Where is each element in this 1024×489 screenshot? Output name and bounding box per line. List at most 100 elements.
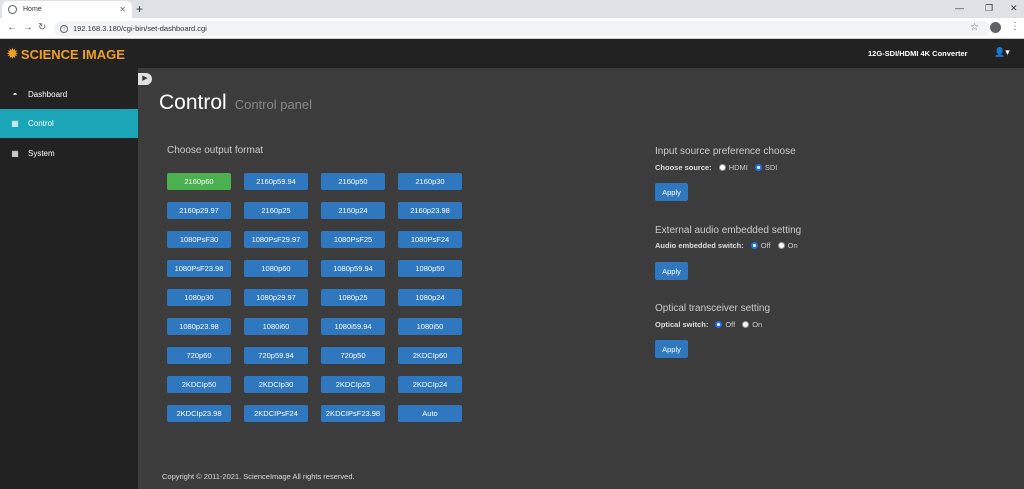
format-button[interactable]: 720p59.94 bbox=[244, 347, 308, 364]
sidebar-toggle-icon[interactable]: ▶ bbox=[138, 73, 152, 85]
back-icon[interactable]: ← bbox=[7, 22, 17, 34]
format-button[interactable]: 2KDCIPsF23.98 bbox=[321, 405, 385, 422]
format-button[interactable]: 1080i59.94 bbox=[321, 318, 385, 335]
browser-tabbar: Home ✕ + — ❐ ✕ bbox=[0, 0, 1024, 18]
format-button[interactable]: 2KDCIp30 bbox=[244, 376, 308, 393]
radio-optical-on-label: On bbox=[752, 320, 763, 329]
footer-copyright: Copyright © 2011-2021. ScienceImage All … bbox=[162, 472, 355, 481]
restore-icon[interactable]: ❐ bbox=[985, 2, 993, 14]
format-button[interactable]: 2KDCIPsF24 bbox=[244, 405, 308, 422]
format-button[interactable]: 720p50 bbox=[321, 347, 385, 364]
sidebar-item-dashboard[interactable]: ◓ Dashboard bbox=[0, 80, 138, 109]
sidebar: ◓ Dashboard ▦ Control ▦ System bbox=[0, 68, 138, 489]
format-button[interactable]: 1080PsF29.97 bbox=[244, 231, 308, 248]
radio-optical-off-label: Off bbox=[725, 320, 736, 329]
format-button[interactable]: 1080p50 bbox=[398, 260, 462, 277]
radio-audio-on-label: On bbox=[787, 241, 798, 250]
main-content: ▶ Control Control panel Choose output fo… bbox=[138, 68, 1024, 489]
format-button[interactable]: 2KDCIp24 bbox=[398, 376, 462, 393]
profile-icon[interactable] bbox=[990, 22, 1001, 33]
format-button[interactable]: 1080p29.97 bbox=[244, 289, 308, 306]
sidebar-item-label: Control bbox=[28, 119, 54, 128]
sidebar-item-label: System bbox=[28, 149, 55, 158]
gear-icon: ✹ bbox=[7, 46, 18, 61]
format-button[interactable]: 1080p30 bbox=[167, 289, 231, 306]
audio-title: External audio embedded setting bbox=[655, 225, 802, 236]
format-button[interactable]: 1080i50 bbox=[398, 318, 462, 335]
new-tab-button[interactable]: + bbox=[136, 2, 143, 16]
kebab-menu-icon[interactable]: ⋮ bbox=[1010, 21, 1020, 32]
format-button[interactable]: 2160p24 bbox=[321, 202, 385, 219]
format-button[interactable]: 1080p25 bbox=[321, 289, 385, 306]
radio-hdmi-label: HDMI bbox=[728, 163, 748, 172]
format-button[interactable]: 1080p23.98 bbox=[167, 318, 231, 335]
url-input[interactable]: i 192.168.3.180/cgi-bin/set-dashboard.cg… bbox=[54, 21, 990, 36]
input-source-apply-button[interactable]: Apply bbox=[655, 183, 688, 201]
format-button[interactable]: 1080i60 bbox=[244, 318, 308, 335]
sidebar-item-control[interactable]: ▦ Control bbox=[0, 109, 138, 138]
format-button[interactable]: 1080p60 bbox=[244, 260, 308, 277]
product-name: 12G-SDI/HDMI 4K Converter bbox=[868, 49, 968, 58]
page-title: Control Control panel bbox=[159, 91, 312, 115]
browser-tab[interactable]: Home ✕ bbox=[2, 1, 132, 18]
output-format-title: Choose output format bbox=[167, 145, 264, 156]
format-button[interactable]: 2160p59.94 bbox=[244, 173, 308, 190]
format-button[interactable]: 1080PsF24 bbox=[398, 231, 462, 248]
dashboard-icon: ◓ bbox=[12, 90, 18, 99]
page-title-main: Control bbox=[159, 91, 227, 114]
format-button[interactable]: 2160p25 bbox=[244, 202, 308, 219]
info-icon[interactable]: i bbox=[60, 24, 68, 33]
table-icon: ▦ bbox=[11, 119, 19, 128]
forward-icon[interactable]: → bbox=[23, 22, 33, 34]
app-header: ✹ SCIENCE IMAGE 12G-SDI/HDMI 4K Converte… bbox=[0, 39, 1024, 68]
format-button[interactable]: 2160p60 bbox=[167, 173, 231, 190]
optical-apply-button[interactable]: Apply bbox=[655, 340, 688, 358]
bookmark-star-icon[interactable]: ☆ bbox=[970, 22, 979, 33]
user-menu-icon[interactable]: 👤▾ bbox=[994, 47, 1010, 58]
format-button[interactable]: Auto bbox=[398, 405, 462, 422]
sidebar-item-system[interactable]: ▦ System bbox=[0, 139, 138, 168]
format-button[interactable]: 1080p24 bbox=[398, 289, 462, 306]
format-button[interactable]: 720p60 bbox=[167, 347, 231, 364]
reload-icon[interactable]: ↻ bbox=[38, 22, 46, 34]
radio-audio-on[interactable] bbox=[777, 242, 785, 249]
radio-audio-off[interactable] bbox=[750, 242, 758, 249]
format-button[interactable]: 2KDCIp60 bbox=[398, 347, 462, 364]
radio-audio-off-label: Off bbox=[760, 241, 771, 250]
grid-icon: ▦ bbox=[11, 149, 19, 158]
format-button[interactable]: 2160p23.98 bbox=[398, 202, 462, 219]
input-source-options: Choose source: HDMI SDI bbox=[655, 163, 777, 172]
format-button[interactable]: 2160p29.97 bbox=[167, 202, 231, 219]
radio-optical-off[interactable] bbox=[715, 321, 723, 328]
radio-sdi[interactable] bbox=[754, 164, 762, 171]
radio-optical-on[interactable] bbox=[742, 321, 750, 328]
format-button[interactable]: 1080p59.94 bbox=[321, 260, 385, 277]
format-button[interactable]: 2KDCIp23.98 bbox=[167, 405, 231, 422]
radio-sdi-label: SDI bbox=[764, 163, 778, 172]
optical-options: Optical switch: Off On bbox=[655, 320, 762, 329]
radio-hdmi[interactable] bbox=[718, 164, 726, 171]
format-button[interactable]: 1080PsF23.98 bbox=[167, 260, 231, 277]
sidebar-item-label: Dashboard bbox=[28, 90, 68, 99]
format-button[interactable]: 1080PsF25 bbox=[321, 231, 385, 248]
address-bar: ← → ↻ i 192.168.3.180/cgi-bin/set-dashbo… bbox=[0, 18, 1024, 39]
brand-name: SCIENCE IMAGE bbox=[20, 46, 125, 62]
format-button[interactable]: 1080PsF30 bbox=[167, 231, 231, 248]
input-source-label: Choose source: bbox=[655, 163, 712, 172]
format-button[interactable]: 2KDCIp25 bbox=[321, 376, 385, 393]
optical-title: Optical transceiver setting bbox=[655, 303, 771, 314]
window-close-icon[interactable]: ✕ bbox=[1010, 2, 1018, 14]
brand-logo[interactable]: ✹ SCIENCE IMAGE bbox=[7, 46, 125, 62]
close-icon[interactable]: ✕ bbox=[119, 5, 126, 14]
globe-icon bbox=[8, 5, 17, 14]
format-button[interactable]: 2KDCIp50 bbox=[167, 376, 231, 393]
format-button[interactable]: 2160p50 bbox=[321, 173, 385, 190]
url-text: 192.168.3.180/cgi-bin/set-dashboard.cgi bbox=[73, 24, 207, 33]
minimize-icon[interactable]: — bbox=[955, 2, 964, 14]
tab-title: Home bbox=[23, 6, 42, 13]
audio-options: Audio embedded switch: Off On bbox=[655, 241, 798, 250]
input-source-title: Input source preference choose bbox=[655, 146, 796, 157]
optical-label: Optical switch: bbox=[655, 320, 709, 329]
audio-apply-button[interactable]: Apply bbox=[655, 262, 688, 280]
format-button[interactable]: 2160p30 bbox=[398, 173, 462, 190]
